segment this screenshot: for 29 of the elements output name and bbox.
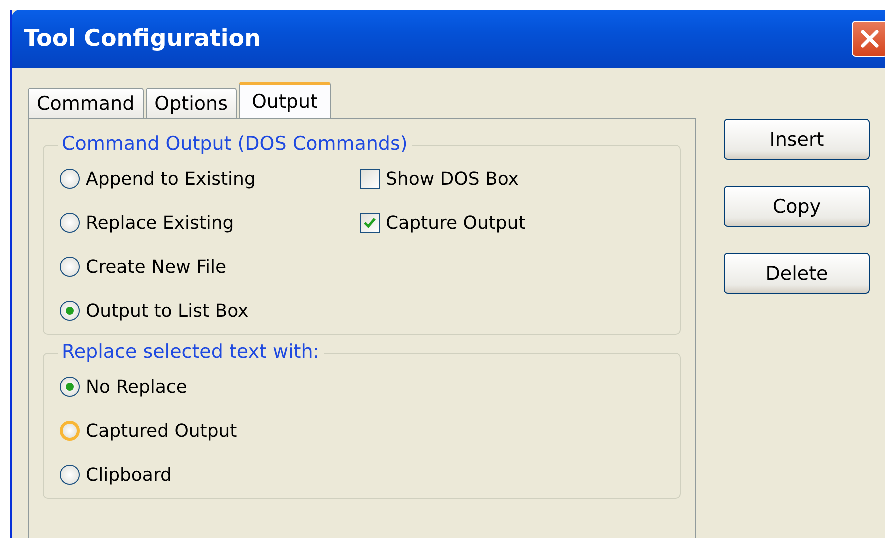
- close-icon: [860, 29, 880, 49]
- close-button[interactable]: [852, 21, 885, 57]
- tab[interactable]: Options: [146, 88, 237, 118]
- group-title: Replace selected text with:: [58, 341, 324, 363]
- radio-button[interactable]: [60, 169, 80, 189]
- radio-label: Create New File: [86, 256, 227, 278]
- radio-button[interactable]: [60, 213, 80, 233]
- radio-label: Captured Output: [86, 420, 238, 442]
- radio-label: Output to List Box: [86, 300, 249, 322]
- radio-button[interactable]: [60, 421, 80, 441]
- checkbox[interactable]: [360, 169, 380, 189]
- radio-button[interactable]: [60, 377, 80, 397]
- tab[interactable]: Command: [28, 88, 144, 118]
- window-title: Tool Configuration: [24, 26, 261, 52]
- radio-button[interactable]: [60, 257, 80, 277]
- checkbox[interactable]: [360, 213, 380, 233]
- group-title: Command Output (DOS Commands): [58, 133, 412, 155]
- radio-label: Clipboard: [86, 464, 172, 486]
- dialog-button[interactable]: Delete: [724, 253, 870, 294]
- radio-button[interactable]: [60, 465, 80, 485]
- radio-label: No Replace: [86, 376, 188, 398]
- radio-label: Append to Existing: [86, 168, 256, 190]
- dialog-button[interactable]: Insert: [724, 119, 870, 160]
- radio-label: Replace Existing: [86, 212, 234, 234]
- checkbox-label: Show DOS Box: [386, 168, 519, 190]
- tab[interactable]: Output: [238, 82, 331, 118]
- dialog-button[interactable]: Copy: [724, 186, 870, 227]
- checkbox-label: Capture Output: [386, 212, 526, 234]
- radio-button[interactable]: [60, 301, 80, 321]
